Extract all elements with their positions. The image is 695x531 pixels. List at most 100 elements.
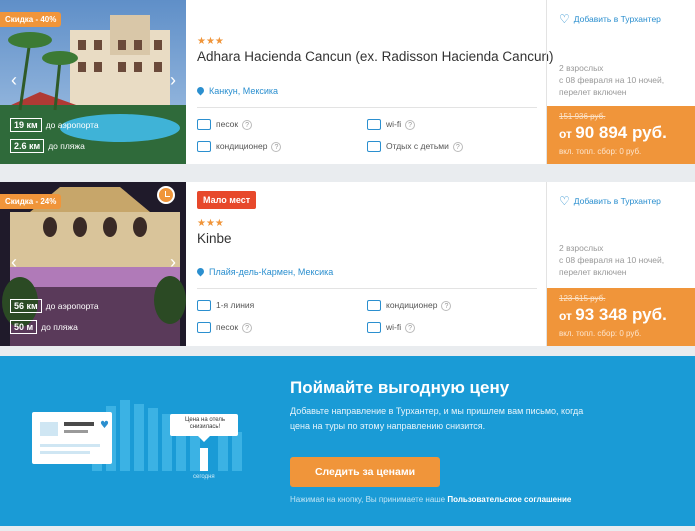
location-label: Канкун, Мексика <box>209 86 279 96</box>
price-prefix: от <box>559 309 572 323</box>
tour-dates: с 08 февраля на 10 ночей, <box>559 75 665 85</box>
amenity-label: кондиционер <box>216 141 268 151</box>
hotel-name[interactable]: Adhara Hacienda Cancun (ex. Radisson Hac… <box>197 49 553 64</box>
help-icon[interactable]: ? <box>242 322 253 333</box>
distance-value: 2.6 км <box>10 139 45 153</box>
tour-flight: перелет включен <box>559 87 627 97</box>
fuel-fee: вкл. топл. сбор: 0 руб. <box>559 329 642 338</box>
price-value: 90 894 руб. <box>575 123 667 142</box>
tour-guests: 2 взрослых <box>559 243 604 253</box>
user-agreement-link[interactable]: Пользовательское соглашение <box>447 495 571 504</box>
hotel-location[interactable]: Плайя-дель-Кармен, Мексика <box>195 266 334 277</box>
tour-details: 2 взрослых с 08 февраля на 10 ночей, пер… <box>559 62 664 98</box>
air-conditioner-icon <box>367 300 381 312</box>
tour-guests: 2 взрослых <box>559 63 604 73</box>
air-conditioner-icon <box>197 141 211 153</box>
distance-beach: 2.6 км до пляжа <box>10 139 85 153</box>
hotel-card: Скидка - 40% ‹ › 19 км до аэропорта 2.6 к… <box>0 0 695 164</box>
help-icon[interactable]: ? <box>452 141 463 152</box>
sand-icon <box>197 119 211 131</box>
price-drop-illustration: ♥ Цена на отель снизилась! сегодня <box>0 356 270 526</box>
help-icon[interactable]: ? <box>405 322 416 333</box>
hotel-info: ★★★ Adhara Hacienda Cancun (ex. Radisson… <box>195 0 553 164</box>
wifi-icon <box>367 322 381 334</box>
amenity: 1-я линия <box>197 300 255 312</box>
amenity-label: 1-я линия <box>216 300 255 310</box>
amenity-label: wi-fi <box>386 119 402 129</box>
distance-label: до аэропорта <box>45 120 99 130</box>
distance-label: до аэропорта <box>45 301 99 311</box>
wifi-icon <box>367 119 381 131</box>
heart-icon: ♡ <box>559 194 570 208</box>
add-to-tourhunter-button[interactable]: ♡ Добавить в Турхантер <box>559 194 661 208</box>
amenity-label: кондиционер <box>386 300 438 310</box>
promo-description: Добавьте направление в Турхантер, и мы п… <box>290 406 584 431</box>
favorite-label: Добавить в Турхантер <box>573 14 661 24</box>
old-price: 123 615 руб. <box>559 294 606 303</box>
amenity: Отдых с детьми? <box>367 141 463 153</box>
old-price: 151 936 руб. <box>559 112 606 121</box>
distance-value: 50 м <box>10 320 38 334</box>
favorite-label: Добавить в Турхантер <box>573 196 661 206</box>
amenity: песок? <box>197 119 253 131</box>
help-icon[interactable]: ? <box>441 300 452 311</box>
amenity-label: Отдых с детьми <box>386 141 449 151</box>
price-block[interactable]: 151 936 руб. от 90 894 руб. вкл. топл. с… <box>547 106 695 164</box>
distance-beach: 50 м до пляжа <box>10 320 78 334</box>
discount-badge: Скидка - 24% <box>0 194 62 209</box>
help-icon[interactable]: ? <box>405 119 416 130</box>
today-label: сегодня <box>193 474 215 480</box>
price-value: 93 348 руб. <box>575 305 667 324</box>
amenity: песок? <box>197 322 253 334</box>
amenity-label: wi-fi <box>386 322 402 332</box>
tour-dates: с 08 февраля на 10 ночей, <box>559 255 665 265</box>
price-drop-bubble: Цена на отель снизилась! <box>184 417 226 430</box>
chevron-right-icon[interactable]: › <box>164 252 182 272</box>
tour-flight: перелет включен <box>559 267 627 277</box>
price-block[interactable]: 123 615 руб. от 93 348 руб. вкл. топл. с… <box>547 288 695 346</box>
chevron-left-icon[interactable]: ‹ <box>5 252 23 272</box>
help-icon[interactable]: ? <box>242 119 253 130</box>
location-label: Плайя-дель-Кармен, Мексика <box>209 267 334 277</box>
chevron-right-icon[interactable]: › <box>164 70 182 90</box>
add-to-tourhunter-button[interactable]: ♡ Добавить в Турхантер <box>559 12 661 26</box>
price-panel: ♡ Добавить в Турхантер 2 взрослых с 08 фе… <box>546 0 695 164</box>
track-prices-button[interactable]: Следить за ценами <box>290 457 440 487</box>
price-alert-promo: ♥ Цена на отель снизилась! сегодня Пойма… <box>0 356 695 526</box>
hotel-photo[interactable]: Скидка - 40% ‹ › 19 км до аэропорта 2.6 к… <box>0 0 186 164</box>
first-line-icon <box>197 300 211 312</box>
help-icon[interactable]: ? <box>271 141 282 152</box>
hotel-location[interactable]: Канкун, Мексика <box>195 85 279 96</box>
distance-label: до пляжа <box>41 322 78 332</box>
amenity-label: песок <box>216 119 239 129</box>
discount-badge: Скидка - 40% <box>0 12 62 27</box>
kids-icon <box>367 141 381 153</box>
hotel-stars: ★★★ <box>197 218 224 229</box>
distance-airport: 19 км до аэропорта <box>10 118 99 132</box>
fuel-fee: вкл. топл. сбор: 0 руб. <box>559 147 642 156</box>
current-price: от 90 894 руб. <box>559 123 667 143</box>
hotel-stars: ★★★ <box>197 36 224 47</box>
hotel-info: Мало мест ★★★ Kinbe Плайя-дель-Кармен, М… <box>195 182 537 346</box>
current-price: от 93 348 руб. <box>559 305 667 325</box>
distance-airport: 56 км до аэропорта <box>10 299 99 313</box>
hotel-card: Скидка - 24% ‹ › 56 км до аэропорта 50 мд… <box>0 182 695 346</box>
hotel-name[interactable]: Kinbe <box>197 231 232 246</box>
divider <box>197 288 537 289</box>
distance-label: до пляжа <box>48 141 85 151</box>
agreement-note: Нажимая на кнопку, Вы принимаете наше По… <box>290 495 571 504</box>
chevron-left-icon[interactable]: ‹ <box>5 70 23 90</box>
map-pin-icon <box>195 85 206 96</box>
price-panel: ♡ Добавить в Турхантер 2 взрослых с 08 фе… <box>546 182 695 346</box>
clock-icon <box>157 186 175 204</box>
few-places-badge: Мало мест <box>197 191 257 209</box>
hotel-photo[interactable]: Скидка - 24% ‹ › 56 км до аэропорта 50 мд… <box>0 182 186 346</box>
agreement-text: Нажимая на кнопку, Вы принимаете наше <box>290 495 446 504</box>
distance-value: 56 км <box>10 299 42 313</box>
amenity: wi-fi? <box>367 119 416 131</box>
price-chart-graphic: ♥ <box>32 400 242 471</box>
map-pin-icon <box>195 266 206 277</box>
amenity: кондиционер? <box>367 300 452 312</box>
divider <box>197 107 537 108</box>
heart-icon: ♡ <box>559 12 570 26</box>
